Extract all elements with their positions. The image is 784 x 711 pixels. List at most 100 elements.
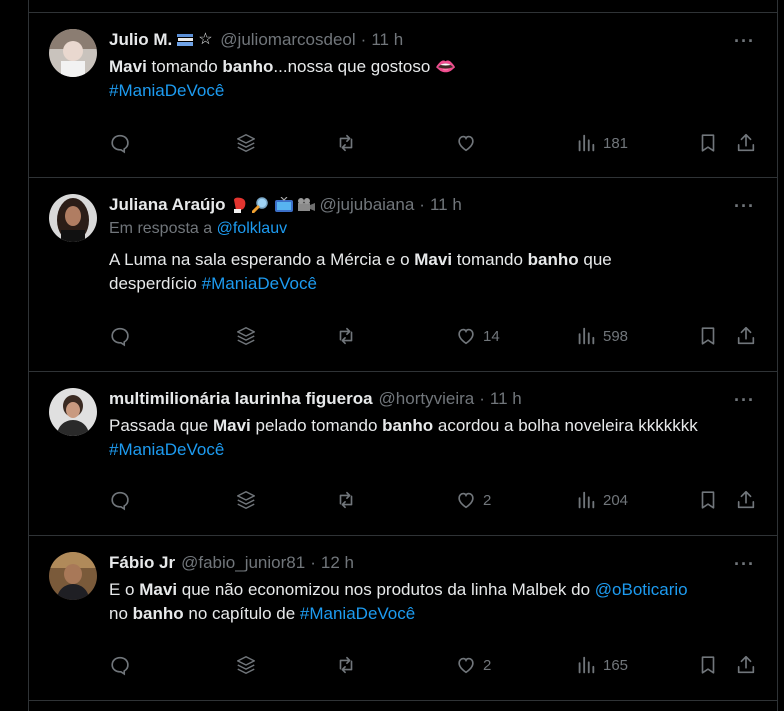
handle[interactable]: @hortyvieira bbox=[379, 389, 475, 409]
stack-button[interactable] bbox=[235, 486, 257, 514]
retweet-button[interactable] bbox=[335, 651, 357, 679]
books-emoji-icon bbox=[176, 32, 194, 48]
reply-button[interactable] bbox=[109, 486, 131, 514]
retweet-icon bbox=[339, 491, 353, 509]
separator-dot: · bbox=[479, 389, 485, 408]
share-icon bbox=[737, 326, 755, 345]
like-button[interactable]: 14 bbox=[455, 322, 500, 350]
heart-icon bbox=[458, 328, 474, 345]
camera-emoji-icon bbox=[296, 197, 315, 213]
reply-to-link[interactable]: @folklauv bbox=[217, 220, 288, 237]
timestamp[interactable]: 12 h bbox=[321, 553, 354, 573]
tweet-text: Passada que Mavi pelado tomando banho ac… bbox=[109, 416, 698, 435]
reply-button[interactable] bbox=[109, 322, 131, 350]
share-button[interactable] bbox=[735, 129, 757, 157]
like-button[interactable]: 2 bbox=[455, 486, 491, 514]
timestamp[interactable]: 11 h bbox=[490, 389, 522, 409]
separator-dot: · bbox=[310, 553, 316, 572]
heart-icon bbox=[458, 492, 474, 509]
avatar[interactable] bbox=[49, 29, 97, 77]
like-button[interactable] bbox=[455, 129, 477, 157]
retweet-button[interactable] bbox=[335, 486, 357, 514]
bookmark-icon bbox=[701, 491, 715, 509]
display-name[interactable]: multimilionária laurinha figueroa bbox=[109, 389, 373, 409]
bookmark-button[interactable] bbox=[697, 486, 719, 514]
hashtag-link[interactable]: #ManiaDeVocê bbox=[109, 79, 761, 103]
avatar-image bbox=[49, 552, 97, 600]
view-count: 181 bbox=[603, 134, 629, 152]
bookmark-icon bbox=[701, 327, 715, 345]
tweet-actions: 14 598 bbox=[109, 322, 761, 350]
display-name[interactable]: Julio M. bbox=[109, 30, 172, 50]
stack-button[interactable] bbox=[235, 322, 257, 350]
handle[interactable]: @juliomarcosdeol bbox=[220, 30, 355, 50]
tweet-header: multimilionária laurinha figueroa @horty… bbox=[109, 388, 761, 410]
share-button[interactable] bbox=[735, 651, 757, 679]
share-icon bbox=[737, 133, 755, 152]
stack-button[interactable] bbox=[235, 651, 257, 679]
bookmark-icon bbox=[701, 656, 715, 674]
reply-button[interactable] bbox=[109, 651, 131, 679]
retweet-icon bbox=[339, 327, 353, 345]
display-name[interactable]: Fábio Jr bbox=[109, 553, 175, 573]
bookmark-button[interactable] bbox=[697, 322, 719, 350]
retweet-button[interactable] bbox=[335, 322, 357, 350]
more-options-icon[interactable]: ··· bbox=[734, 390, 755, 411]
magnifier-emoji-icon bbox=[251, 197, 270, 214]
reply-button[interactable] bbox=[109, 129, 131, 157]
tweet-4[interactable]: Fábio Jr @fabio_junior81 · 12 h ··· E o … bbox=[29, 536, 777, 701]
display-name[interactable]: Juliana Araújo bbox=[109, 195, 226, 215]
tweet-header: Juliana Araújo @jujubaiana · 11 h bbox=[109, 194, 761, 216]
timestamp[interactable]: 11 h bbox=[430, 195, 462, 215]
avatar[interactable] bbox=[49, 194, 97, 242]
heart-icon bbox=[458, 657, 474, 674]
share-button[interactable] bbox=[735, 322, 757, 350]
star-icon: ☆ bbox=[198, 31, 213, 48]
share-button[interactable] bbox=[735, 486, 757, 514]
share-icon bbox=[737, 490, 755, 509]
bookmark-button[interactable] bbox=[697, 651, 719, 679]
avatar-image bbox=[49, 29, 97, 77]
view-count: 598 bbox=[603, 327, 629, 345]
tweet-3[interactable]: multimilionária laurinha figueroa @horty… bbox=[29, 372, 777, 536]
separator-dot: · bbox=[419, 195, 425, 214]
tweet-text: Mavi tomando banho...nossa que gostoso 👄 bbox=[109, 57, 457, 76]
hashtag-link[interactable]: #ManiaDeVocê bbox=[202, 274, 317, 293]
bookmark-icon bbox=[701, 134, 715, 152]
mention-link[interactable]: @oBoticario bbox=[595, 580, 688, 599]
more-options-icon[interactable]: ··· bbox=[734, 554, 755, 575]
more-options-icon[interactable]: ··· bbox=[734, 31, 755, 52]
tweet-text: A Luma na sala esperando a Mércia e o Ma… bbox=[109, 250, 612, 293]
view-count: 204 bbox=[603, 491, 629, 509]
handle[interactable]: @fabio_junior81 bbox=[181, 553, 305, 573]
handle[interactable]: @jujubaiana bbox=[320, 195, 415, 215]
separator-dot: · bbox=[360, 30, 367, 49]
stack-button[interactable] bbox=[235, 129, 257, 157]
views-button[interactable]: 204 bbox=[575, 486, 628, 514]
avatar-image bbox=[49, 388, 97, 436]
timeline: Julio M. ☆ @juliomarcosdeol · 11 h ··· M… bbox=[28, 0, 778, 711]
bookmark-button[interactable] bbox=[697, 129, 719, 157]
avatar[interactable] bbox=[49, 552, 97, 600]
hashtag-link[interactable]: #ManiaDeVocê bbox=[300, 604, 415, 623]
like-button[interactable]: 2 bbox=[455, 651, 491, 679]
reply-icon bbox=[111, 327, 129, 347]
tweet-actions: 2 204 bbox=[109, 486, 761, 514]
views-button[interactable]: 165 bbox=[575, 651, 628, 679]
tweet-actions: 2 165 bbox=[109, 651, 761, 679]
timestamp[interactable]: 11 h bbox=[371, 30, 403, 50]
tweet-header: Fábio Jr @fabio_junior81 · 12 h bbox=[109, 552, 761, 574]
avatar[interactable] bbox=[49, 388, 97, 436]
views-button[interactable]: 598 bbox=[575, 322, 628, 350]
tv-emoji-icon bbox=[274, 196, 293, 213]
like-count: 2 bbox=[483, 491, 492, 509]
heart-icon bbox=[458, 135, 474, 152]
hashtag-link[interactable]: #ManiaDeVocê bbox=[109, 438, 761, 462]
views-chart-icon bbox=[578, 327, 595, 345]
more-options-icon[interactable]: ··· bbox=[734, 196, 755, 217]
stack-icon bbox=[237, 134, 255, 152]
views-button[interactable]: 181 bbox=[575, 129, 628, 157]
tweet-1[interactable]: Julio M. ☆ @juliomarcosdeol · 11 h ··· M… bbox=[29, 13, 777, 178]
tweet-2[interactable]: Juliana Araújo @jujubaiana · 11 h ··· Em… bbox=[29, 178, 777, 372]
retweet-button[interactable] bbox=[335, 129, 357, 157]
